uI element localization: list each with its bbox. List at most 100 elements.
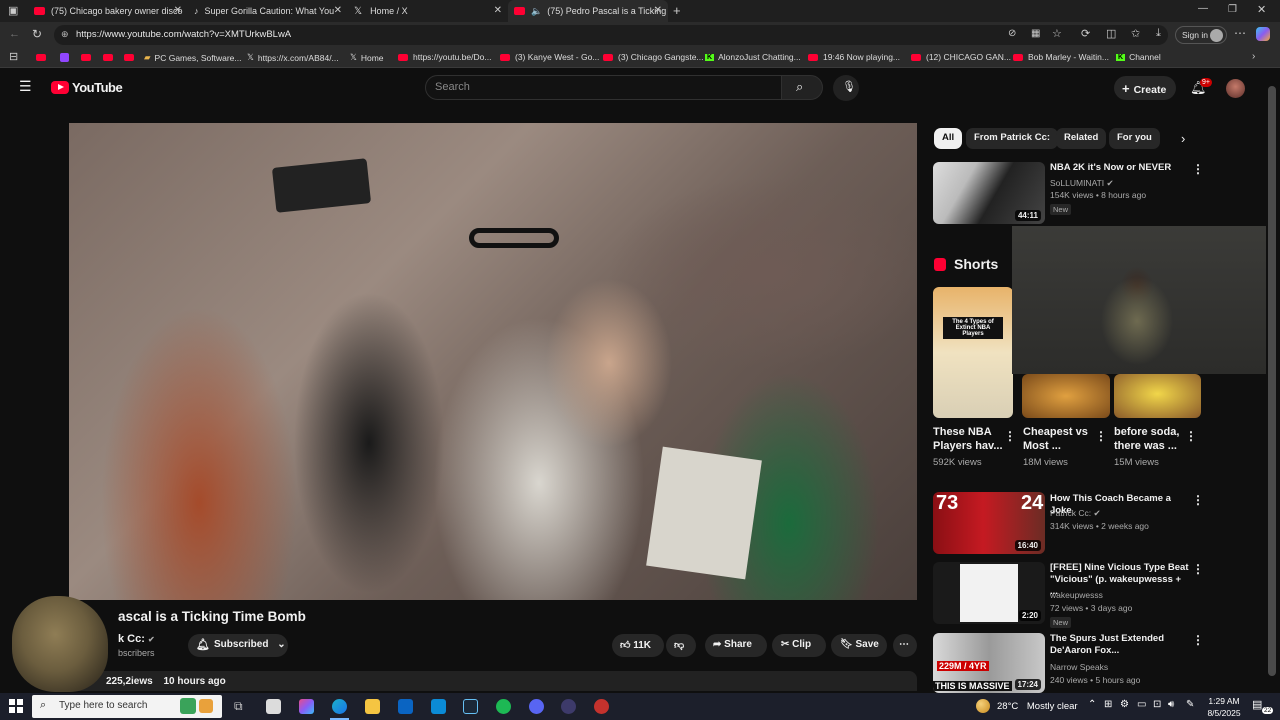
- more-vertical-icon[interactable]: ⋮: [1004, 429, 1016, 443]
- clock[interactable]: 1:29 AM 8/5/2025: [1205, 695, 1243, 719]
- subscribed-button[interactable]: 🔔︎ Subscribed ⌄: [188, 634, 288, 657]
- more-vertical-icon[interactable]: ⋮: [1185, 429, 1197, 443]
- voice-search-button[interactable]: 🎙: [833, 75, 859, 101]
- file-explorer-icon[interactable]: [365, 699, 380, 714]
- short-thumbnail[interactable]: [1114, 374, 1201, 418]
- short-title[interactable]: These NBA Players hav...: [933, 425, 1003, 453]
- description-box[interactable]: 225,2iews 10 hours ago: [78, 671, 917, 691]
- bookmark-bob-marley[interactable]: Bob Marley - Waitin...: [1013, 52, 1109, 62]
- clip-button[interactable]: ✂ Clip: [772, 634, 826, 657]
- bookmark-kanye[interactable]: (3) Kanye West - Go...: [500, 52, 599, 62]
- discord-icon[interactable]: [529, 699, 544, 714]
- youtube-bookmark-icon[interactable]: [81, 54, 91, 61]
- video-thumbnail[interactable]: 44:11: [933, 162, 1045, 224]
- maximize-icon[interactable]: ❐: [1228, 4, 1237, 15]
- bookmark-x-ab84[interactable]: 𝕏https://x.com/AB84/...: [247, 52, 339, 63]
- weather-widget[interactable]: 28°C Mostly clear: [997, 701, 1078, 712]
- spotify-icon[interactable]: [496, 699, 511, 714]
- task-view-icon[interactable]: ⧉: [234, 699, 243, 714]
- photos-icon[interactable]: [431, 699, 446, 714]
- notification-center-icon[interactable]: ▤: [1252, 698, 1262, 711]
- more-vertical-icon[interactable]: ⋮: [1192, 562, 1204, 576]
- video-title[interactable]: NBA 2K it's Now or NEVER: [1050, 162, 1190, 174]
- close-icon[interactable]: ✕: [334, 5, 342, 16]
- scrollbar-thumb[interactable]: [1268, 86, 1276, 676]
- chip-all[interactable]: All: [934, 128, 963, 149]
- tray-app-icon[interactable]: ⚙: [1120, 699, 1129, 710]
- edge-icon[interactable]: [332, 699, 347, 714]
- create-button[interactable]: + Create: [1114, 76, 1176, 100]
- outlook-icon[interactable]: [398, 699, 413, 714]
- short-thumbnail[interactable]: The 4 Types of Extinct NBA Players: [933, 287, 1013, 418]
- bookmark-home[interactable]: 𝕏 Home: [350, 52, 384, 63]
- close-window-icon[interactable]: ✕: [1257, 3, 1266, 16]
- account-avatar[interactable]: [1226, 79, 1245, 98]
- short-title[interactable]: Cheapest vs Most ...: [1023, 425, 1098, 453]
- chevron-right-icon[interactable]: ›: [1252, 51, 1255, 62]
- channel-name[interactable]: k Cc: ✔: [118, 633, 155, 645]
- youtube-bookmark-icon[interactable]: [36, 54, 46, 61]
- video-thumbnail[interactable]: 229M / 4YR THIS IS MASSIVE 17:24: [933, 633, 1045, 693]
- like-button[interactable]: 👍︎ 11K: [612, 634, 664, 657]
- steam-icon[interactable]: [463, 699, 478, 714]
- microsoft-store-icon[interactable]: [266, 699, 281, 714]
- youtube-logo[interactable]: YouTube: [51, 80, 123, 95]
- network-icon[interactable]: ⊡: [1153, 699, 1161, 710]
- channel-name[interactable]: wakeupwesss: [1050, 590, 1103, 600]
- video-thumbnail[interactable]: 73 24 16:40: [933, 492, 1045, 554]
- show-hidden-icons-chevron-icon[interactable]: ⌃: [1088, 699, 1096, 710]
- close-icon[interactable]: ✕: [654, 5, 662, 16]
- windows-start-icon[interactable]: [9, 699, 23, 713]
- favorites-icon[interactable]: ✩: [1131, 27, 1140, 40]
- refresh-icon[interactable]: ↻: [32, 27, 42, 41]
- channel-name[interactable]: Narrow Speaks: [1050, 662, 1108, 672]
- sign-in-button[interactable]: Sign in: [1175, 26, 1227, 44]
- search-button[interactable]: ⌕: [781, 75, 823, 100]
- taskbar-search-input[interactable]: ⌕ Type here to search: [32, 695, 222, 718]
- site-info-icon[interactable]: ⊕: [61, 29, 69, 40]
- chip-related[interactable]: Related: [1056, 128, 1107, 149]
- pen-icon[interactable]: ✎: [1186, 699, 1194, 710]
- split-screen-icon[interactable]: ◫: [1106, 27, 1116, 40]
- minimize-icon[interactable]: —: [1198, 3, 1208, 14]
- twitch-bookmark-icon[interactable]: [60, 53, 69, 62]
- more-vertical-icon[interactable]: ⋮: [1192, 633, 1204, 647]
- extensions-icon[interactable]: ⟳: [1081, 27, 1090, 40]
- save-button[interactable]: 🔖︎ Save: [831, 634, 887, 657]
- youtube-bookmark-icon[interactable]: [103, 54, 113, 61]
- app-icon[interactable]: [561, 699, 576, 714]
- channel-name[interactable]: Patrick Cc: ✔: [1050, 508, 1101, 519]
- tab-actions-icon[interactable]: ▣: [8, 4, 18, 17]
- app-icon[interactable]: ▦: [1031, 28, 1040, 39]
- chip-from-patrick[interactable]: From Patrick Cc:: [966, 128, 1059, 149]
- display-icon[interactable]: ▭: [1137, 699, 1146, 710]
- close-icon[interactable]: ✕: [174, 5, 182, 16]
- video-player[interactable]: [69, 123, 917, 600]
- more-menu-icon[interactable]: ⋯: [1234, 26, 1246, 40]
- back-icon[interactable]: ←: [9, 28, 20, 40]
- dislike-button[interactable]: 👎︎: [666, 634, 696, 657]
- favorite-star-icon[interactable]: ☆: [1052, 27, 1062, 40]
- url-field[interactable]: ⊕ https://www.youtube.com/watch?v=XMTUrk…: [54, 25, 1168, 45]
- more-vertical-icon[interactable]: ⋮: [1192, 493, 1204, 507]
- more-vertical-icon[interactable]: ⋮: [1095, 429, 1107, 443]
- bookmark-chicago-gangsters[interactable]: (3) Chicago Gangste...: [603, 52, 704, 62]
- short-thumbnail[interactable]: [1022, 374, 1110, 418]
- tab-4-active[interactable]: 🔈 (75) Pedro Pascal is a Ticking ✕: [508, 0, 668, 22]
- chip-for-you[interactable]: For you: [1109, 128, 1160, 149]
- bookmark-now-playing[interactable]: 19:46 Now playing...: [808, 52, 900, 62]
- tab-2[interactable]: ♪ Super Gorilla Caution: What You ✕: [188, 0, 348, 22]
- share-button[interactable]: ➦ Share: [705, 634, 767, 657]
- video-thumbnail[interactable]: 2:20: [933, 562, 1045, 624]
- hamburger-menu-icon[interactable]: ☰: [19, 78, 32, 95]
- channel-name[interactable]: SoLLUMINATI ✔: [1050, 178, 1114, 189]
- copilot-icon[interactable]: [299, 699, 314, 714]
- video-title[interactable]: The Spurs Just Extended De'Aaron Fox...: [1050, 633, 1190, 657]
- obs-icon[interactable]: [594, 699, 609, 714]
- weather-moon-icon[interactable]: [976, 699, 990, 713]
- chevron-right-icon[interactable]: ›: [1181, 131, 1185, 146]
- close-icon[interactable]: ✕: [494, 5, 502, 16]
- tray-app-icon[interactable]: ⊞: [1104, 699, 1112, 710]
- collections-icon[interactable]: ⊟: [9, 50, 18, 63]
- volume-icon[interactable]: 🔊︎: [1168, 699, 1174, 710]
